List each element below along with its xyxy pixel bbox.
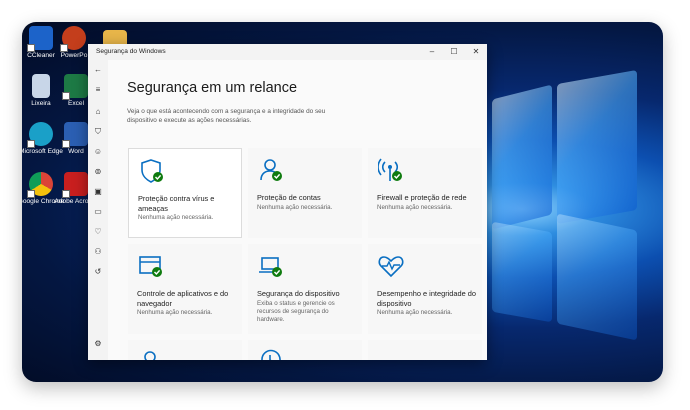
minimize-button[interactable]: – bbox=[421, 46, 443, 58]
title-bar[interactable]: Segurança do Windows – ☐ ✕ bbox=[88, 44, 487, 60]
back-arrow-icon[interactable]: ← bbox=[92, 64, 104, 76]
person-check-icon bbox=[260, 159, 282, 181]
recycle-bin-icon bbox=[32, 74, 50, 98]
card-protection-history[interactable] bbox=[248, 340, 362, 360]
card-title: Proteção contra vírus e ameaças bbox=[138, 194, 215, 213]
powerpoint-icon bbox=[60, 26, 86, 52]
menu-icon[interactable]: ≡ bbox=[92, 84, 104, 96]
history-icon bbox=[261, 349, 281, 360]
word-icon bbox=[62, 122, 88, 148]
windows-security-window: Segurança do Windows – ☐ ✕ ← ≡ ⌂ ⛉ ☺ ⊚ ▣… bbox=[88, 44, 487, 360]
acrobat-icon bbox=[62, 172, 88, 198]
card-description: Exiba o status e gerencie os recursos de… bbox=[257, 300, 335, 323]
antenna-check-icon bbox=[378, 158, 402, 181]
heart-icon[interactable]: ♡ bbox=[92, 226, 104, 238]
card-placeholder bbox=[368, 340, 482, 360]
card-app-browser-control[interactable]: Controle de aplicativos e do navegador N… bbox=[128, 244, 242, 334]
sidebar: ← ≡ ⌂ ⛉ ☺ ⊚ ▣ ▭ ♡ ⚇ ↺ ⚙ bbox=[88, 60, 108, 360]
card-device-security[interactable]: Segurança do dispositivo Exiba o status … bbox=[248, 244, 362, 334]
close-button[interactable]: ✕ bbox=[465, 46, 487, 58]
card-status: Nenhuma ação necessária. bbox=[137, 309, 213, 316]
page-title: Segurança em um relance bbox=[127, 80, 298, 96]
wallpaper-pane bbox=[492, 221, 552, 323]
antenna-icon[interactable]: ⊚ bbox=[92, 166, 104, 178]
card-account-protection[interactable]: Proteção de contas Nenhuma ação necessár… bbox=[248, 148, 362, 238]
card-title: Firewall e proteção de rede bbox=[377, 193, 467, 202]
card-family-options[interactable] bbox=[128, 340, 242, 360]
page-subtitle: Veja o que está acontecendo com a segura… bbox=[127, 108, 326, 124]
wallpaper-pane bbox=[557, 213, 637, 341]
card-status: Nenhuma ação necessária. bbox=[377, 309, 453, 316]
card-title: Controle de aplicativos e do navegador bbox=[137, 289, 229, 308]
settings-gear-icon[interactable]: ⚙ bbox=[92, 338, 104, 350]
card-title: Proteção de contas bbox=[257, 193, 321, 202]
card-title: Desempenho e integridade do dispositivo bbox=[377, 289, 477, 308]
card-status: Nenhuma ação necessária. bbox=[138, 214, 214, 221]
family-icon[interactable]: ⚇ bbox=[92, 246, 104, 258]
heart-pulse-icon bbox=[378, 256, 404, 278]
excel-icon bbox=[62, 74, 88, 100]
main-content: Segurança em um relance Veja o que está … bbox=[108, 60, 487, 360]
laptop-check-icon bbox=[259, 257, 282, 277]
card-device-performance[interactable]: Desempenho e integridade do dispositivo … bbox=[368, 244, 482, 334]
home-icon[interactable]: ⌂ bbox=[92, 106, 104, 118]
shield-icon[interactable]: ⛉ bbox=[92, 126, 104, 138]
app-window-icon[interactable]: ▣ bbox=[92, 186, 104, 198]
person-icon[interactable]: ☺ bbox=[92, 146, 104, 158]
card-virus-protection[interactable]: Proteção contra vírus e ameaças Nenhuma … bbox=[128, 148, 242, 238]
card-status: Nenhuma ação necessária. bbox=[377, 204, 453, 211]
card-title: Segurança do dispositivo bbox=[257, 289, 340, 298]
wallpaper-pane bbox=[492, 84, 552, 230]
laptop-icon[interactable]: ▭ bbox=[92, 206, 104, 218]
card-status: Nenhuma ação necessária. bbox=[257, 204, 333, 211]
card-firewall[interactable]: Firewall e proteção de rede Nenhuma ação… bbox=[368, 148, 482, 238]
wallpaper-pane bbox=[557, 69, 637, 225]
shield-check-icon bbox=[141, 159, 163, 183]
maximize-button[interactable]: ☐ bbox=[443, 46, 465, 58]
app-window-check-icon bbox=[139, 256, 162, 277]
family-icon bbox=[144, 351, 156, 360]
history-icon[interactable]: ↺ bbox=[92, 266, 104, 278]
window-title: Segurança do Windows bbox=[96, 48, 166, 55]
